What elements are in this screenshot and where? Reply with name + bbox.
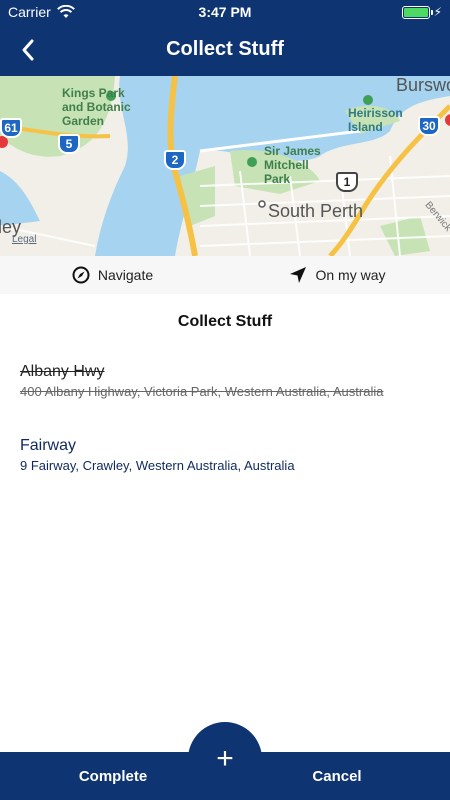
charging-bolt-icon: ⚡: [433, 5, 442, 19]
stop-item-pending[interactable]: Fairway 9 Fairway, Crawley, Western Aust…: [20, 436, 420, 474]
map-label-burswood: Burswo: [396, 76, 450, 95]
map-label-crawley: ley: [0, 217, 22, 237]
nav-bar: Collect Stuff: [0, 24, 450, 76]
battery-icon: [401, 5, 433, 19]
stop-item-completed[interactable]: Albany Hwy 400 Albany Highway, Victoria …: [20, 362, 420, 400]
battery-group: ⚡: [401, 5, 442, 19]
add-button[interactable]: +: [188, 722, 262, 796]
on-my-way-button[interactable]: On my way: [225, 256, 450, 294]
cancel-button[interactable]: Cancel: [262, 752, 412, 800]
map-view[interactable]: Kings Park and Botanic Garden Sir James …: [0, 76, 450, 256]
navigate-label: Navigate: [97, 267, 154, 283]
map-label-kings-park: Kings Park and Botanic Garden: [62, 86, 131, 128]
status-bar: Carrier 3:47 PM ⚡: [0, 0, 450, 24]
section-title: Collect Stuff: [177, 313, 273, 330]
route-shield-2: 2: [164, 150, 186, 170]
map-label-sir-james-mitchell-park: Sir James Mitchell Park: [264, 144, 321, 186]
stop-name: Albany Hwy: [20, 363, 105, 380]
stop-address: 400 Albany Highway, Victoria Park, Weste…: [20, 384, 384, 399]
plus-icon: +: [216, 742, 234, 775]
on-my-way-label: On my way: [315, 267, 386, 283]
navigate-button[interactable]: Navigate: [0, 256, 225, 294]
route-shield-61: 61: [0, 118, 22, 138]
action-bar: Navigate On my way: [0, 256, 450, 294]
route-shield-1: 1: [336, 172, 358, 192]
compass-icon: [72, 266, 90, 284]
complete-button[interactable]: Complete: [38, 752, 188, 800]
status-time: 3:47 PM: [198, 4, 252, 20]
stop-address: 9 Fairway, Crawley, Western Australia, A…: [20, 458, 295, 473]
map-legal-link[interactable]: Legal: [12, 234, 36, 245]
page-title: Collect Stuff: [166, 38, 284, 60]
map-label-south-perth: South Perth: [268, 201, 364, 221]
map-label-heirisson-island: Heirisson Island: [348, 106, 403, 134]
route-shield-30: 30: [418, 116, 440, 136]
app-header: Carrier 3:47 PM ⚡ Collect Stuff: [0, 0, 450, 76]
stop-name: Fairway: [20, 437, 77, 454]
location-arrow-icon: [290, 267, 307, 283]
route-shield-5: 5: [58, 134, 80, 154]
